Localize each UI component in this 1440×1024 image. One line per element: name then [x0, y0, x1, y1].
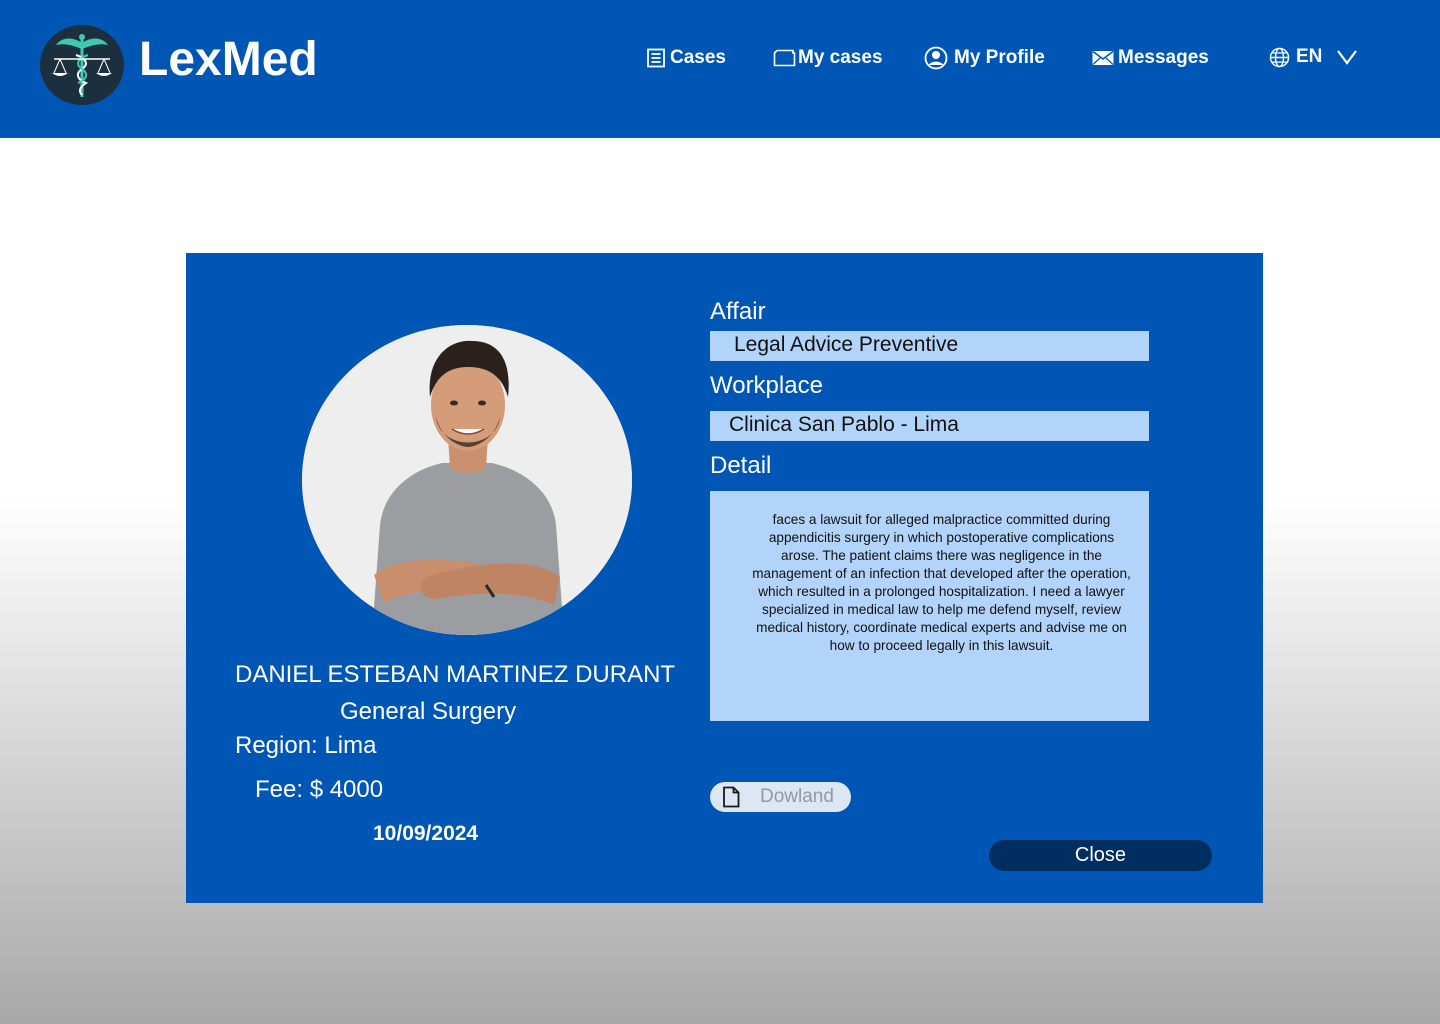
close-button[interactable]: Close [989, 840, 1212, 871]
client-name: DANIEL ESTEBAN MARTINEZ DURANT [235, 661, 676, 688]
case-date: 10/09/2024 [373, 822, 479, 845]
detail-text: faces a lawsuit for alleged malpractice … [752, 512, 1131, 653]
language-selector[interactable]: EN [1269, 44, 1362, 70]
case-detail-modal: DANIEL ESTEBAN MARTINEZ DURANT General S… [186, 253, 1263, 903]
workplace-label: Workplace [710, 372, 823, 399]
top-navigation-bar: LexMed Cases My cases My Profile Message… [0, 0, 1440, 138]
nav-my-cases-label: My cases [798, 47, 883, 68]
folder-icon [773, 49, 796, 67]
nav-my-profile-label: My Profile [954, 47, 1045, 68]
nav-my-profile[interactable]: My Profile [924, 45, 1045, 71]
nav-cases[interactable]: Cases [646, 45, 726, 71]
brand-name: LexMed [139, 33, 318, 86]
affair-label: Affair [710, 298, 766, 325]
nav-messages[interactable]: Messages [1092, 45, 1209, 71]
nav-messages-label: Messages [1118, 47, 1209, 68]
list-document-icon [646, 48, 666, 68]
globe-icon [1269, 47, 1290, 68]
affair-field: Legal Advice Preventive [710, 331, 1149, 361]
detail-field: faces a lawsuit for alleged malpractice … [710, 491, 1149, 721]
download-label: Dowland [760, 786, 834, 807]
language-label: EN [1296, 46, 1323, 67]
file-icon [722, 786, 740, 808]
nav-my-cases[interactable]: My cases [773, 45, 883, 71]
caduceus-scales-logo-icon[interactable] [40, 25, 124, 105]
nav-cases-label: Cases [670, 47, 726, 68]
chevron-down-icon[interactable] [1336, 49, 1358, 65]
workplace-field: Clinica San Pablo - Lima [710, 411, 1149, 441]
avatar [302, 325, 632, 635]
detail-label: Detail [710, 452, 772, 479]
region: Region: Lima [235, 732, 377, 759]
user-circle-icon [924, 46, 948, 70]
fee: Fee: $ 4000 [255, 776, 384, 803]
envelope-icon [1092, 50, 1114, 66]
specialty: General Surgery [340, 698, 517, 725]
download-button[interactable]: Dowland [710, 782, 851, 812]
